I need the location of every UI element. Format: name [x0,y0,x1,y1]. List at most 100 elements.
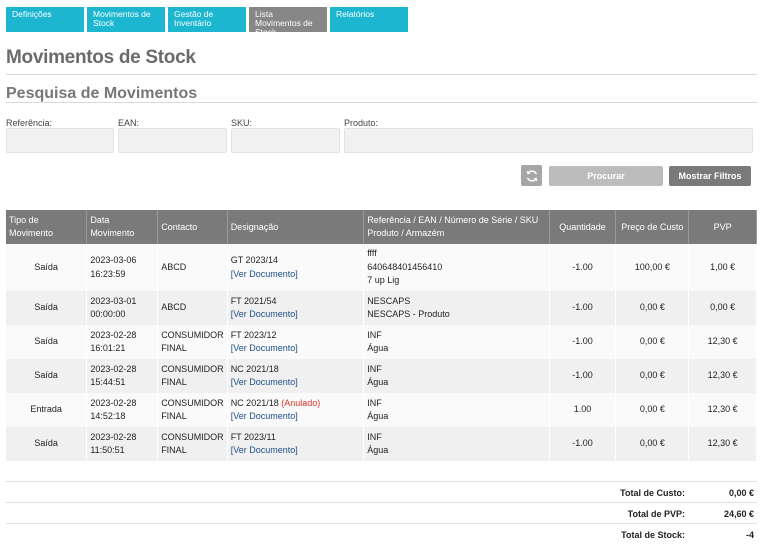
header-pvp[interactable]: PVP [688,210,757,244]
quantidade-cell: -1.00 [549,291,617,325]
table-row: Saída 2023-03-06 16:23:59 ABCD GT 2023/14… [6,244,757,291]
time-text: 15:44:51 [90,377,126,387]
time-text: 11:50:51 [90,445,125,455]
tipo-cell: Saída [6,244,88,291]
contacto-cell: CONSUMIDOR FINAL [157,325,228,359]
contacto-text: CONSUMIDOR [161,363,224,374]
date-text: 2023-02-28 [90,397,137,408]
header-preco-custo[interactable]: Preço de Custo [615,210,690,244]
refresh-icon [526,169,537,182]
tab-label: Relatórios [336,9,375,19]
contacto-text-2: FINAL [161,377,187,387]
contacto-text-2: FINAL [161,445,187,455]
quantidade-cell: -1.00 [549,325,617,359]
tab-movimentos-de-stock[interactable]: Movimentos de Stock [87,7,165,32]
tipo-cell: Saída [6,291,88,325]
document-number: GT 2023/14 [231,254,361,268]
ver-documento-link[interactable]: [Ver Documento] [231,444,361,458]
show-filters-button[interactable]: Mostrar Filtros [669,166,751,186]
tipo-cell: Saída [6,427,88,461]
custo-cell: 0,00 € [615,393,690,427]
header-referencia-line2: Produto / Armazém [367,228,445,238]
designacao-cell: FT 2023/12 [Ver Documento] [227,325,365,359]
total-stock-value: -4 [745,530,754,540]
date-text: 2023-02-28 [90,329,137,340]
referencia-input[interactable] [6,128,114,153]
header-quantidade[interactable]: Quantidade [549,210,617,244]
pvp-cell: 12,30 € [688,427,757,461]
doc-text: FT 2023/12 [230,329,277,340]
tab-definicoes[interactable]: Definições [6,7,84,32]
header-tipo[interactable]: Tipo de Movimento [6,210,88,244]
ref-line: ffff [367,248,377,259]
header-designacao[interactable]: Designação [227,210,365,244]
ver-documento-link[interactable]: [Ver Documento] [231,342,361,356]
referencia-cell: INF Água [363,359,550,393]
contacto-text-2: FINAL [161,343,187,353]
custo-cell: 100,00 € [615,244,690,291]
sku-input[interactable] [231,128,340,153]
ean-input[interactable] [118,128,227,153]
pvp-cell: 12,30 € [688,325,757,359]
ref-line: INF [367,329,382,340]
total-pvp-row: Total de PVP: 24,60 € [6,502,757,523]
data-cell: 2023-02-28 16:01:21 [86,325,159,359]
header-referencia[interactable]: Referência / EAN / Número de Série / SKU… [363,210,550,244]
designacao-cell: FT 2023/11 [Ver Documento] [227,427,365,461]
header-data[interactable]: Data Movimento [86,210,159,244]
tab-lista-movimentos-de-stock[interactable]: Lista Movimentos de Stock [249,7,327,37]
quantidade-cell: -1.00 [549,359,617,393]
produto-input[interactable] [344,128,753,153]
data-cell: 2023-03-01 00:00:00 [86,291,159,325]
header-contacto[interactable]: Contacto [157,210,228,244]
custo-cell: 0,00 € [615,291,690,325]
tipo-cell: Saída [6,359,88,393]
produto-label: Produto: [344,118,379,128]
referencia-cell: ffff 640648401456410 7 up Lig [363,244,550,291]
ver-documento-link[interactable]: [Ver Documento] [231,308,361,322]
tab-relatorios[interactable]: Relatórios [330,7,408,32]
search-button[interactable]: Procurar [549,166,663,186]
pvp-cell: 12,30 € [688,359,757,393]
table-row: Saída 2023-02-28 15:44:51 CONSUMIDOR FINAL… [6,359,757,393]
tipo-cell: Saída [6,325,88,359]
total-custo-value: 0,00 € [728,488,754,498]
contacto-text: ABCD [161,302,187,313]
designacao-cell: GT 2023/14 [Ver Documento] [227,244,365,291]
ref-line: Água [367,411,389,421]
total-custo-row: Total de Custo: 0,00 € [6,481,757,502]
tab-gestao-de-inventario[interactable]: Gestão de Inventário [168,7,246,32]
ver-documento-link[interactable]: [Ver Documento] [231,410,361,424]
total-custo-label: Total de Custo: [620,488,685,498]
anulado-badge: (Anulado) [281,397,321,408]
sku-label: SKU: [231,118,253,128]
tab-label: Gestão de Inventário [174,9,214,28]
designacao-cell: NC 2021/18 (Anulado) [Ver Documento] [227,393,365,427]
doc-text: GT 2023/14 [230,255,279,265]
doc-text: FT 2023/11 [230,431,276,442]
quantidade-cell: -1.00 [549,244,617,291]
ref-line: INF [367,363,382,374]
refresh-button[interactable] [521,165,542,186]
divider [6,74,757,75]
referencia-cell: INF Água [363,427,550,461]
designacao-cell: FT 2021/54 [Ver Documento] [227,291,365,325]
divider [6,102,757,103]
contacto-text: CONSUMIDOR [161,329,224,340]
contacto-cell: ABCD [157,244,228,291]
ver-documento-link[interactable]: [Ver Documento] [231,376,361,390]
quantidade-cell: -1.00 [549,427,617,461]
time-text: 16:01:21 [90,343,126,353]
custo-cell: 0,00 € [615,359,690,393]
contacto-text: CONSUMIDOR [161,397,224,408]
quantidade-cell: 1.00 [549,393,617,427]
movements-table: Tipo de Movimento Data Movimento Contact… [6,210,757,461]
tab-label: Movimentos de Stock [93,9,151,28]
total-stock-row: Total de Stock: -4 [6,523,757,544]
date-text: 2023-02-28 [90,363,137,374]
contacto-text-2: FINAL [161,411,187,421]
pvp-cell: 12,30 € [688,393,757,427]
designacao-cell: NC 2021/18 [Ver Documento] [227,359,365,393]
contacto-text: CONSUMIDOR [161,431,224,442]
ver-documento-link[interactable]: [Ver Documento] [231,268,361,282]
